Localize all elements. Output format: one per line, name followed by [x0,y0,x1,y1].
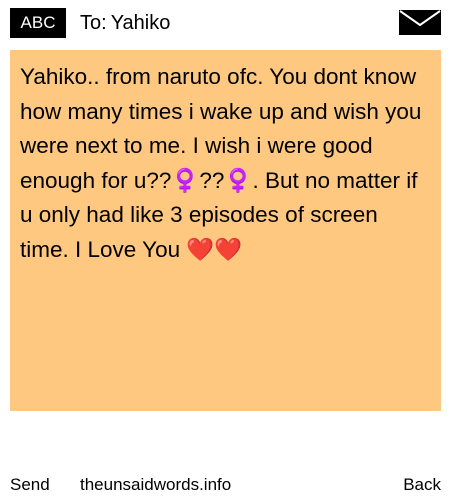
back-button[interactable]: Back [403,470,441,500]
recipient-name: Yahiko [110,12,171,34]
footer-bar: Send theunsaidwords.info Back [0,470,450,500]
site-label: theunsaidwords.info [80,475,232,494]
envelope-icon[interactable] [399,10,441,35]
message-text: Yahiko.. from naruto ofc. You dont know … [20,64,422,262]
recipient-line: To: Yahiko [80,8,170,38]
input-mode-badge[interactable]: ABC [10,8,66,38]
message-card: Yahiko.. from naruto ofc. You dont know … [10,50,441,411]
to-label: To: [80,12,107,34]
send-button[interactable]: Send [10,470,50,500]
